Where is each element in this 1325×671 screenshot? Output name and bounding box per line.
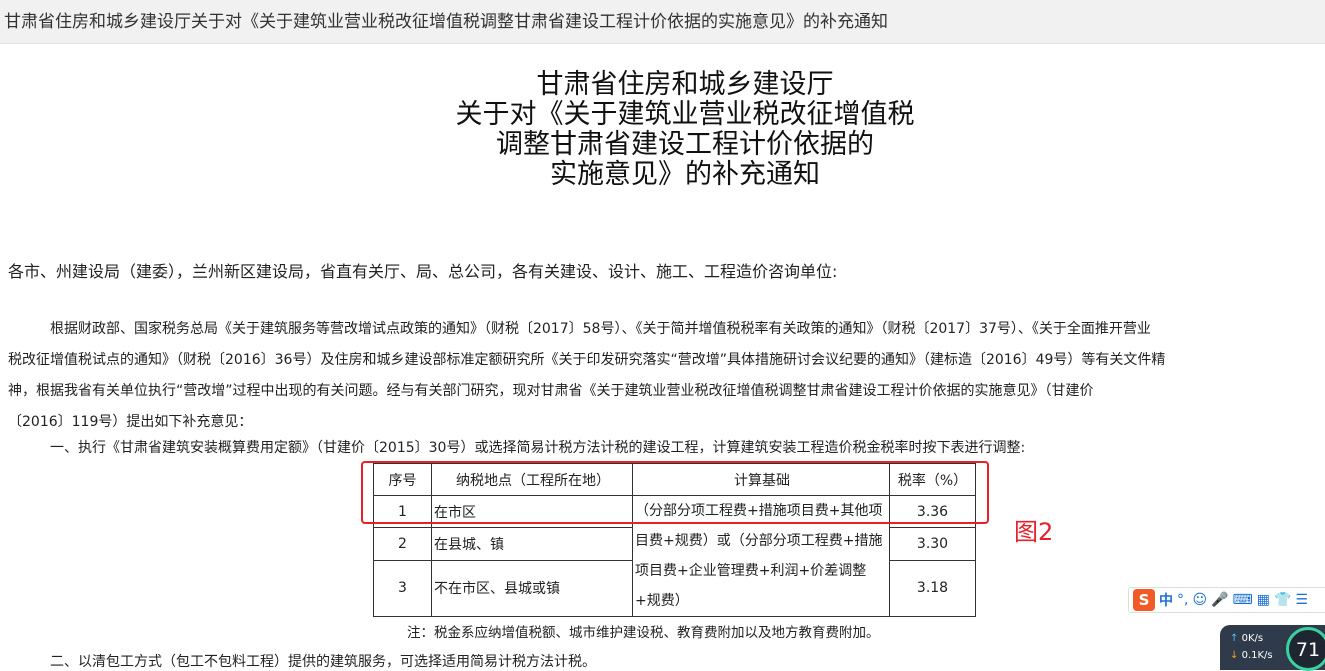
keyboard-icon[interactable]: ⌨ [1233,592,1253,608]
paragraph-1: 根据财政部、国家税务总局《关于建筑服务等营改增试点政策的通知》（财税〔2017〕… [8,314,1325,438]
recipients-line: 各市、州建设局（建委），兰州新区建设局，省直有关厅、局、总公司，各有关建设、设计… [8,262,838,281]
sogou-logo-icon[interactable]: S [1133,589,1155,611]
annotation-label: 图2 [1014,518,1054,546]
network-monitor-widget[interactable]: ↑ 0K/s ↓ 0.1K/s 71 [1220,625,1325,671]
page-title-bar: 甘肃省住房和城乡建设厅关于对《关于建筑业营业税改征增值税调整甘肃省建设工程计价依… [0,0,1325,44]
paragraph-line: 税改征增值税试点的通知》（财税〔2016〕36号）及住房和城乡建设部标准定额研究… [8,352,1166,368]
punctuation-icon[interactable]: °, [1177,592,1188,608]
menu-icon[interactable]: ☰ [1295,592,1308,608]
cell-place: 在县城、镇 [431,527,633,561]
section-1-text: 一、执行《甘肃省建筑安装概算费用定额》（甘建价〔2015〕30号）或选择简易计税… [50,440,1026,456]
skin-icon[interactable]: 👕 [1274,592,1291,608]
download-arrow-icon: ↓ [1230,650,1239,661]
toolbox-icon[interactable]: ▦ [1257,592,1270,608]
download-speed: ↓ 0.1K/s [1230,650,1273,661]
annotation-highlight-box [361,461,989,524]
section-2-text: 二、以清包工方式（包工不包料工程）提供的建筑服务，可选择适用简易计税方法计税。 [50,654,596,670]
download-speed-value: 0.1K/s [1241,650,1273,661]
upload-arrow-icon: ↑ [1230,633,1239,644]
upload-speed-value: 0K/s [1241,633,1264,644]
document-title-line: 实施意见》的补充通知 [550,159,820,190]
cell-no: 3 [373,559,432,618]
cell-rate: 3.30 [889,527,976,561]
ime-mode-toggle[interactable]: 中 [1159,590,1173,610]
ime-toolbar[interactable]: S 中 °, ☺ 🎤 ⌨ ▦ 👕 ☰ [1128,587,1325,613]
document-title-line: 甘肃省住房和城乡建设厅 [536,69,834,100]
emoji-icon[interactable]: ☺ [1192,592,1207,608]
cell-place: 不在市区、县城或镇 [431,559,633,618]
table-note: 注：税金系应纳增值税额、城市维护建设税、教育费附加以及地方教育费附加。 [407,625,880,641]
paragraph-line: 〔2016〕119号）提出如下补充意见： [8,414,253,430]
document-title: 甘肃省住房和城乡建设厅 关于对《关于建筑业营业税改征增值税 调整甘肃省建设工程计… [0,70,1325,190]
cell-no: 2 [373,527,432,561]
upload-speed: ↑ 0K/s [1230,633,1263,644]
microphone-icon[interactable]: 🎤 [1211,592,1228,608]
cell-rate: 3.18 [889,559,976,618]
document-title-line: 关于对《关于建筑业营业税改征增值税 [455,99,915,130]
paragraph-line: 神，根据我省有关单位执行“营改增”过程中出现的有关问题。经与有关部门研究，现对甘… [8,383,1094,399]
memory-gauge: 71 [1286,627,1325,671]
paragraph-line: 根据财政部、国家税务总局《关于建筑服务等营改增试点政策的通知》（财税〔2017〕… [50,321,1151,337]
document-title-line: 调整甘肃省建设工程计价依据的 [496,129,874,160]
